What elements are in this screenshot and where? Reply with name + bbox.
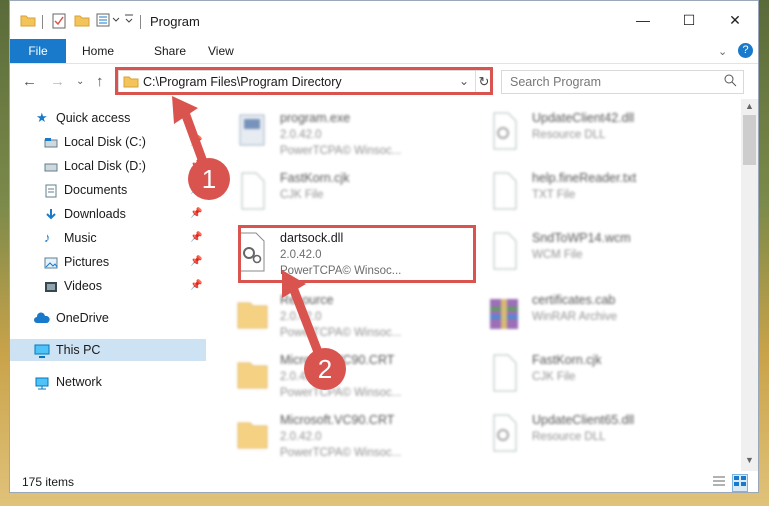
- sidebar-item-pictures[interactable]: Pictures 📌: [10, 251, 206, 273]
- file-icon: [486, 351, 522, 395]
- tab-home[interactable]: Home: [70, 39, 126, 63]
- pin-icon[interactable]: 📌: [190, 275, 202, 297]
- navigation-bar: ← → ⌄ ↑ C:\Program Files\Program Directo…: [10, 65, 758, 97]
- star-icon: ★: [36, 110, 48, 125]
- sidebar-item-local-disk-d[interactable]: Local Disk (D:) 📌: [10, 155, 206, 177]
- divider: [42, 15, 43, 29]
- tab-file[interactable]: File: [10, 39, 66, 63]
- file-tile[interactable]: UpdateClient65.dll Resource DLL: [486, 405, 726, 461]
- window-title: Program: [150, 14, 200, 29]
- file-tile[interactable]: UpdateClient42.dll Resource DLL: [486, 103, 726, 161]
- navigation-pane: ★ Quick access Local Disk (C:) 📌 Local D…: [10, 99, 206, 461]
- file-icon: [486, 229, 522, 273]
- pin-icon[interactable]: 📌: [190, 131, 202, 153]
- explorer-window: Program — ☐ ✕ File Home Share View ⌄ ? ←…: [9, 0, 759, 493]
- maximize-button[interactable]: ☐: [674, 9, 704, 31]
- dll-gear-icon: [486, 109, 522, 153]
- documents-icon: [44, 183, 58, 198]
- vertical-scrollbar[interactable]: ▲ ▼: [741, 99, 758, 471]
- file-highlight-box: [238, 225, 476, 283]
- file-tile[interactable]: Microsoft.VC90.CRT 2.0.42.0 PowerTCPA© W…: [234, 345, 474, 403]
- file-tile[interactable]: program.exe 2.0.42.0 PowerTCPA© Winsoc..…: [234, 103, 474, 161]
- view-options-icon[interactable]: [96, 13, 122, 27]
- back-arrow-icon[interactable]: ←: [22, 73, 37, 90]
- title-bar: Program — ☐ ✕: [10, 1, 758, 39]
- search-icon: [724, 74, 737, 90]
- callout-badge-2: 2: [304, 348, 346, 390]
- file-tile[interactable]: FastKorn.cjk CJK File: [486, 345, 726, 403]
- close-button[interactable]: ✕: [720, 9, 750, 31]
- music-icon: ♪: [44, 230, 51, 245]
- download-icon: [44, 207, 58, 221]
- dll-gear-icon: [486, 411, 522, 455]
- customize-toolbar-icon[interactable]: [124, 13, 134, 25]
- pin-icon[interactable]: 📌: [190, 203, 202, 225]
- scroll-thumb[interactable]: [743, 115, 756, 165]
- search-placeholder: Search Program: [510, 75, 602, 89]
- pin-icon[interactable]: 📌: [190, 227, 202, 249]
- file-list: program.exe 2.0.42.0 PowerTCPA© Winsoc..…: [210, 99, 744, 461]
- folder-icon: [20, 13, 36, 27]
- item-count: 175 items: [22, 475, 75, 489]
- scroll-down-icon[interactable]: ▼: [745, 455, 754, 465]
- sidebar-item-music[interactable]: ♪ Music 📌: [10, 227, 206, 249]
- search-input[interactable]: Search Program: [501, 70, 744, 94]
- folder-icon: [234, 411, 270, 455]
- cloud-icon: [34, 311, 50, 325]
- new-folder-icon[interactable]: [74, 13, 90, 27]
- divider: [140, 15, 141, 29]
- text-file-icon: [486, 169, 522, 213]
- tab-view[interactable]: View: [196, 39, 246, 63]
- drive-icon: [44, 159, 58, 173]
- details-view-icon[interactable]: [712, 475, 726, 490]
- application-icon: [234, 109, 270, 153]
- help-icon[interactable]: ?: [738, 43, 753, 58]
- computer-icon: [34, 343, 50, 358]
- address-highlight-box: [115, 67, 493, 95]
- drive-icon: [44, 135, 58, 149]
- folder-icon: [234, 291, 270, 335]
- sidebar-item-this-pc[interactable]: This PC: [10, 339, 206, 361]
- network-icon: [34, 375, 49, 390]
- videos-icon: [44, 279, 58, 293]
- scroll-up-icon[interactable]: ▲: [745, 101, 754, 111]
- expand-ribbon-icon[interactable]: ⌄: [718, 45, 727, 58]
- file-tile[interactable]: FastKorn.cjk CJK File: [234, 163, 474, 221]
- minimize-button[interactable]: —: [628, 9, 658, 31]
- recent-locations-icon[interactable]: ⌄: [76, 76, 84, 87]
- file-tile[interactable]: Microsoft.VC90.CRT 2.0.42.0 PowerTCPA© W…: [234, 405, 474, 461]
- file-tile[interactable]: help.fineReader.txt TXT File: [486, 163, 726, 221]
- sidebar-item-downloads[interactable]: Downloads 📌: [10, 203, 206, 225]
- sidebar-item-videos[interactable]: Videos 📌: [10, 275, 206, 297]
- pin-icon[interactable]: 📌: [190, 251, 202, 273]
- file-tile[interactable]: certificates.cab WinRAR Archive: [486, 285, 726, 343]
- file-tile[interactable]: Resource 2.0.42.0 PowerTCPA© Winsoc...: [234, 285, 474, 343]
- callout-badge-1: 1: [188, 158, 230, 200]
- status-bar: 175 items: [10, 471, 758, 493]
- file-tile[interactable]: SndToWP14.wcm WCM File: [486, 223, 726, 281]
- ribbon-tabs: File Home Share View ⌄ ?: [10, 39, 758, 64]
- forward-arrow-icon[interactable]: →: [50, 73, 65, 90]
- pictures-icon: [44, 255, 58, 269]
- sidebar-item-documents[interactable]: Documents 📌: [10, 179, 206, 201]
- tab-share[interactable]: Share: [142, 39, 198, 63]
- file-icon: [234, 169, 270, 213]
- folder-icon: [234, 351, 270, 395]
- properties-icon[interactable]: [52, 13, 66, 29]
- archive-icon: [486, 291, 522, 335]
- up-arrow-icon[interactable]: ↑: [96, 73, 104, 90]
- sidebar-item-network[interactable]: Network: [10, 371, 206, 393]
- sidebar-item-onedrive[interactable]: OneDrive: [10, 307, 206, 329]
- sidebar-item-local-disk-c[interactable]: Local Disk (C:) 📌: [10, 131, 206, 153]
- sidebar-item-quick-access[interactable]: ★ Quick access: [10, 107, 206, 129]
- tiles-view-icon[interactable]: [732, 474, 748, 492]
